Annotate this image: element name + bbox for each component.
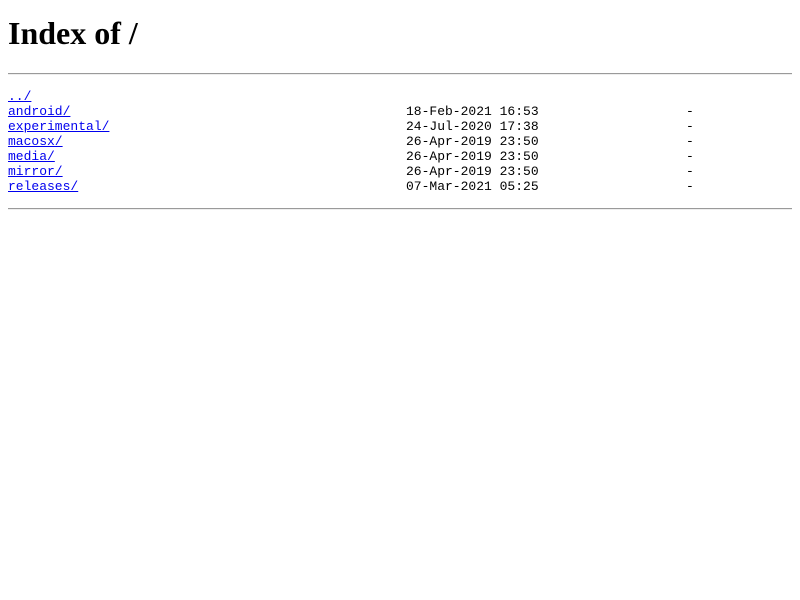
- entry-date: 26-Apr-2019 23:50: [406, 164, 539, 179]
- entry-link-media[interactable]: media/: [8, 149, 55, 164]
- listing-row: experimental/ 24-Jul-2020 17:38 -: [8, 119, 792, 134]
- entry-link-releases[interactable]: releases/: [8, 179, 78, 194]
- listing-row: mirror/ 26-Apr-2019 23:50 -: [8, 164, 792, 179]
- entry-date: 18-Feb-2021 16:53: [406, 104, 539, 119]
- top-divider: [8, 73, 792, 75]
- entry-size: -: [686, 134, 694, 149]
- page-title: Index of /: [8, 15, 138, 51]
- entry-size: -: [686, 104, 694, 119]
- entry-link-mirror[interactable]: mirror/: [8, 164, 63, 179]
- listing-row: android/ 18-Feb-2021 16:53 -: [8, 104, 792, 119]
- entry-date: 26-Apr-2019 23:50: [406, 149, 539, 164]
- entry-link-android[interactable]: android/: [8, 104, 70, 119]
- parent-directory-link[interactable]: ../: [8, 89, 31, 104]
- listing-row: media/ 26-Apr-2019 23:50 -: [8, 149, 792, 164]
- bottom-divider: [8, 208, 792, 210]
- entry-date: 07-Mar-2021 05:25: [406, 179, 539, 194]
- entry-date: 24-Jul-2020 17:38: [406, 119, 539, 134]
- entry-size: -: [686, 179, 694, 194]
- parent-directory-row: ../: [8, 89, 792, 104]
- entry-date: 26-Apr-2019 23:50: [406, 134, 539, 149]
- listing-row: releases/ 07-Mar-2021 05:25 -: [8, 179, 792, 194]
- entry-link-experimental[interactable]: experimental/: [8, 119, 109, 134]
- entry-size: -: [686, 164, 694, 179]
- entry-size: -: [686, 149, 694, 164]
- listing-row: macosx/ 26-Apr-2019 23:50 -: [8, 134, 792, 149]
- entry-link-macosx[interactable]: macosx/: [8, 134, 63, 149]
- directory-listing: ../ android/ 18-Feb-2021 16:53 - experim…: [8, 89, 792, 194]
- entry-size: -: [686, 119, 694, 134]
